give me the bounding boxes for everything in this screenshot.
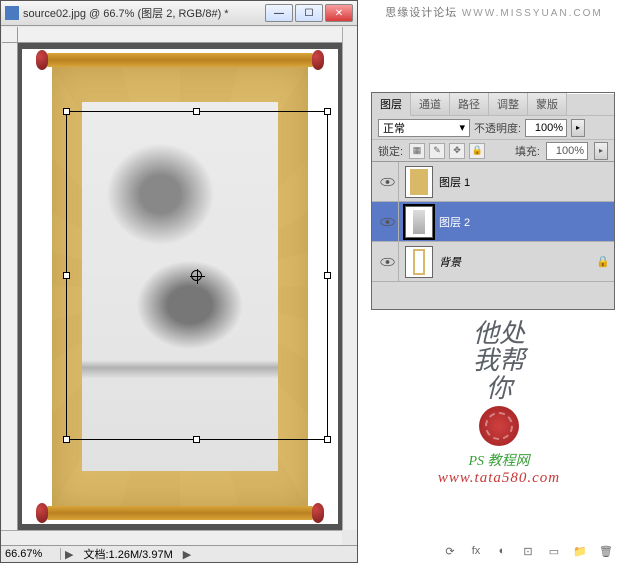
tab-layers[interactable]: 图层 [372,93,411,116]
panel-tabs: 图层 通道 路径 调整 蒙版 [372,93,614,115]
document-window: source02.jpg @ 66.7% (图层 2, RGB/8#) * — … [0,0,358,563]
status-more-button[interactable]: ▶ [179,548,195,561]
visibility-toggle[interactable] [376,162,399,201]
tab-channels[interactable]: 通道 [411,93,450,115]
fill-stepper[interactable]: ▸ [594,142,608,160]
transform-handle[interactable] [63,108,70,115]
layer-thumbnail[interactable] [405,246,433,278]
close-button[interactable]: ✕ [325,4,353,22]
ruler-horizontal[interactable] [18,27,342,43]
mask-icon[interactable]: ◐ [493,543,511,559]
transform-bounds[interactable] [66,111,328,440]
transform-handle[interactable] [63,436,70,443]
opacity-label: 不透明度: [474,120,521,136]
opacity-field[interactable]: 100% [525,119,567,137]
transform-handle[interactable] [324,272,331,279]
lock-icon: 🔒 [596,255,610,268]
seal-stamp-icon [479,406,519,446]
tab-paths[interactable]: 路径 [450,93,489,115]
group-icon[interactable]: ▭ [545,543,563,559]
site-url: www.tata580.com [393,470,605,487]
layer-name[interactable]: 图层 2 [439,214,610,230]
canvas[interactable]: 江山如画 [18,43,342,530]
layer-thumbnail[interactable] [405,206,433,238]
right-pane: 思缘设计论坛 WWW.MISSYUAN.COM 图层 通道 路径 调整 蒙版 正… [363,0,625,563]
scroll-rod-top [46,53,314,67]
maximize-button[interactable]: ☐ [295,4,323,22]
watermark: 思缘设计论坛 WWW.MISSYUAN.COM [363,0,625,30]
eye-icon [380,177,395,187]
document-title: source02.jpg @ 66.7% (图层 2, RGB/8#) * [23,5,265,21]
status-bar: 66.67% ▶ 文档:1.26M/3.97M ▶ [1,545,357,562]
panel-footer: ⟳ fx ◐ ⊡ ▭ 📁 🗑 [371,541,615,561]
fill-label: 填充: [515,143,540,159]
transform-handle[interactable] [193,108,200,115]
layer-name[interactable]: 图层 1 [439,174,610,190]
ruler-vertical[interactable] [2,43,18,530]
title-bar[interactable]: source02.jpg @ 66.7% (图层 2, RGB/8#) * — … [1,1,357,26]
calligraphy-line: 我帮 [393,347,605,374]
fx-icon[interactable]: fx [467,543,485,559]
layer-list: 图层 1 图层 2 背景 🔒 [372,161,614,282]
lock-brush-icon[interactable]: ✎ [429,143,445,159]
transform-handle[interactable] [193,436,200,443]
opacity-stepper[interactable]: ▸ [571,119,585,137]
site-name: PS 教程网 [393,450,605,470]
tab-masks[interactable]: 蒙版 [528,93,567,115]
layers-panel: 图层 通道 路径 调整 蒙版 正常▾ 不透明度: 100% ▸ 锁定: ▦ ✎ … [371,92,615,310]
eye-icon [380,217,395,227]
rod-cap-icon [36,50,48,70]
watermark-url: WWW.MISSYUAN.COM [462,8,603,19]
chevron-down-icon: ▾ [459,121,465,134]
lock-label: 锁定: [378,143,403,159]
scrollbar-horizontal[interactable] [1,530,342,545]
calligraphy-line: 你 [393,375,605,402]
adjustment-icon[interactable]: ⊡ [519,543,537,559]
blend-mode-select[interactable]: 正常▾ [378,119,470,137]
transform-handle[interactable] [324,436,331,443]
artboard: 江山如画 [22,49,338,524]
status-menu-button[interactable]: ▶ [61,548,77,561]
scrollbar-vertical[interactable] [342,27,357,530]
link-layers-icon[interactable]: ⟳ [441,543,459,559]
visibility-toggle[interactable] [376,242,399,281]
signature-block: 他处 我帮 你 PS 教程网 www.tata580.com [393,320,605,563]
transform-handle[interactable] [63,272,70,279]
layer-row[interactable]: 背景 🔒 [372,242,614,282]
rod-cap-icon [312,503,324,523]
lock-pixels-icon[interactable]: ▦ [409,143,425,159]
lock-all-icon[interactable]: 🔒 [469,143,485,159]
layer-thumbnail[interactable] [405,166,433,198]
transform-center-icon[interactable] [191,270,202,281]
layer-row[interactable]: 图层 2 [372,202,614,242]
minimize-button[interactable]: — [265,4,293,22]
watermark-text: 思缘设计论坛 [385,7,457,19]
eye-icon [380,257,395,267]
calligraphy-line: 他处 [393,320,605,347]
canvas-area: 江山如画 [2,27,342,530]
zoom-field[interactable]: 66.67% [1,548,61,560]
lock-position-icon[interactable]: ✥ [449,143,465,159]
visibility-toggle[interactable] [376,202,399,241]
app-icon [5,6,19,20]
tab-adjustments[interactable]: 调整 [489,93,528,115]
fill-field[interactable]: 100% [546,142,588,160]
doc-info: 文档:1.26M/3.97M [77,546,178,562]
transform-handle[interactable] [324,108,331,115]
ruler-origin[interactable] [2,27,18,43]
layer-row[interactable]: 图层 1 [372,162,614,202]
new-layer-icon[interactable]: 📁 [571,543,589,559]
scroll-rod-bottom [46,506,314,520]
trash-icon[interactable]: 🗑 [597,543,615,559]
rod-cap-icon [312,50,324,70]
layer-name[interactable]: 背景 [439,254,590,270]
rod-cap-icon [36,503,48,523]
